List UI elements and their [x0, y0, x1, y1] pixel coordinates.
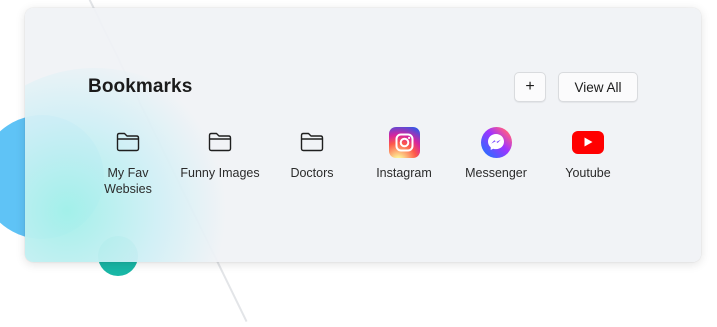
youtube-icon	[572, 126, 604, 158]
instagram-icon	[388, 126, 420, 158]
bookmark-funny-images[interactable]: Funny Images	[174, 126, 266, 197]
folder-icon	[112, 126, 144, 158]
bookmark-messenger[interactable]: Messenger	[450, 126, 542, 197]
add-bookmark-button[interactable]: +	[514, 72, 546, 102]
bookmark-label: My Fav Websies	[104, 166, 152, 196]
bookmark-doctors[interactable]: Doctors	[266, 126, 358, 197]
bookmark-label: Youtube	[565, 166, 611, 180]
bookmark-label: Messenger	[465, 166, 527, 180]
card-title: Bookmarks	[88, 76, 193, 97]
folder-icon	[296, 126, 328, 158]
bookmark-instagram[interactable]: Instagram	[358, 126, 450, 197]
bookmark-my-fav-websies[interactable]: My Fav Websies	[82, 126, 174, 197]
messenger-icon	[480, 126, 512, 158]
view-all-button[interactable]: View All	[558, 72, 638, 102]
bookmark-label: Doctors	[290, 166, 334, 180]
bookmark-label: Instagram	[376, 166, 432, 180]
bookmarks-card: Bookmarks + View All My Fav Websies Funn…	[25, 8, 701, 262]
bookmark-youtube[interactable]: Youtube	[542, 126, 634, 197]
folder-icon	[204, 126, 236, 158]
bookmark-list: My Fav Websies Funny Images Doctors Inst…	[82, 126, 634, 197]
bookmark-label: Funny Images	[180, 166, 260, 180]
